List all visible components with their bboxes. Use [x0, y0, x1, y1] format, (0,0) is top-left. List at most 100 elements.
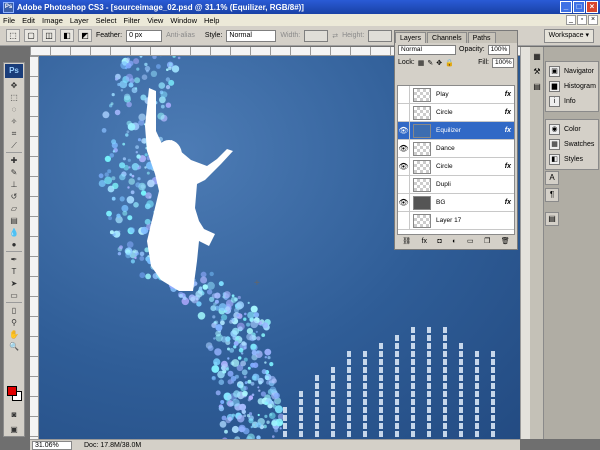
marquee-tool-icon[interactable]: ⬚: [6, 92, 22, 103]
lasso-tool-icon[interactable]: ◌: [6, 104, 22, 115]
vertical-scrollbar[interactable]: [520, 47, 530, 439]
menu-help[interactable]: Help: [204, 16, 219, 25]
intersect-selection-icon[interactable]: ◩: [78, 29, 92, 42]
height-input[interactable]: [368, 29, 393, 42]
brushes-panel-icon[interactable]: ▦: [531, 51, 543, 62]
move-tool-icon[interactable]: ✥: [6, 80, 22, 91]
doc-close-button[interactable]: ×: [588, 15, 598, 25]
new-group-icon[interactable]: ▭: [467, 237, 474, 245]
layer-visibility-eye-icon[interactable]: 👁: [398, 158, 410, 175]
healing-brush-tool-icon[interactable]: ✚: [6, 155, 22, 166]
zoom-tool-icon[interactable]: 🔍: [6, 341, 22, 352]
delete-layer-icon[interactable]: 🗑: [501, 237, 510, 245]
crop-tool-icon[interactable]: ⌗: [6, 128, 22, 139]
layer-effects-icon[interactable]: fx: [505, 91, 511, 98]
style-select[interactable]: Normal: [226, 29, 277, 42]
layer-visibility-eye-icon[interactable]: [398, 86, 410, 103]
character-panel-icon[interactable]: A: [545, 171, 559, 185]
panel-color[interactable]: ◉ Color: [546, 122, 598, 137]
menu-image[interactable]: Image: [42, 16, 63, 25]
menu-window[interactable]: Window: [170, 16, 197, 25]
tab-layers[interactable]: Layers: [395, 32, 427, 43]
eraser-tool-icon[interactable]: ▱: [6, 203, 22, 214]
menu-file[interactable]: File: [3, 16, 15, 25]
blend-mode-select[interactable]: Normal: [398, 44, 456, 55]
layer-visibility-eye-icon[interactable]: [398, 212, 410, 229]
quick-mask-icon[interactable]: ◙: [6, 409, 22, 420]
antialias-checkbox[interactable]: Anti-alias: [166, 32, 195, 39]
layer-row[interactable]: 👁 BG fx: [398, 194, 514, 212]
tool-presets-panel-icon[interactable]: ⚒: [531, 66, 543, 77]
slice-tool-icon[interactable]: ⟋: [6, 140, 22, 151]
blur-tool-icon[interactable]: 💧: [6, 227, 22, 238]
tab-channels[interactable]: Channels: [427, 32, 467, 43]
layer-row[interactable]: 👁 Dance: [398, 140, 514, 158]
dodge-tool-icon[interactable]: ●: [6, 239, 22, 250]
opacity-input[interactable]: 100%: [487, 44, 510, 55]
marquee-tool-preset-icon[interactable]: ⬚: [6, 29, 20, 42]
hand-tool-icon[interactable]: ✋: [6, 329, 22, 340]
pen-tool-icon[interactable]: ✒: [6, 254, 22, 265]
lock-all-icon[interactable]: 🔒: [445, 59, 454, 67]
layer-row[interactable]: Dupli: [398, 176, 514, 194]
shape-tool-icon[interactable]: ▭: [6, 290, 22, 301]
minimize-button[interactable]: _: [560, 1, 572, 13]
new-layer-icon[interactable]: ❐: [484, 237, 490, 245]
layer-effects-icon[interactable]: fx: [505, 199, 511, 206]
layer-row[interactable]: 👁 Circle fx: [398, 158, 514, 176]
feather-input[interactable]: 0 px: [126, 29, 163, 42]
menu-view[interactable]: View: [147, 16, 163, 25]
doc-restore-button[interactable]: ▫: [577, 15, 587, 25]
layer-row[interactable]: Layer 17: [398, 212, 514, 230]
panel-navigator[interactable]: ▣ Navigator: [546, 64, 598, 79]
add-selection-icon[interactable]: ◫: [42, 29, 56, 42]
layer-visibility-eye-icon[interactable]: 👁: [398, 194, 410, 211]
new-selection-icon[interactable]: ▢: [24, 29, 38, 42]
menu-select[interactable]: Select: [96, 16, 117, 25]
clone-stamp-tool-icon[interactable]: ⊥: [6, 179, 22, 190]
zoom-level-field[interactable]: 31.06%: [32, 440, 72, 450]
workspace-button[interactable]: Workspace ▾: [543, 29, 594, 43]
width-input[interactable]: [304, 29, 329, 42]
panel-styles[interactable]: ◧ Styles: [546, 152, 598, 167]
menu-filter[interactable]: Filter: [124, 16, 141, 25]
notes-tool-icon[interactable]: ▯: [6, 305, 22, 316]
subtract-selection-icon[interactable]: ◧: [60, 29, 74, 42]
adjustment-layer-icon[interactable]: ◐: [452, 238, 456, 245]
history-brush-tool-icon[interactable]: ↺: [6, 191, 22, 202]
layer-style-icon[interactable]: fx: [422, 238, 427, 245]
panel-info[interactable]: i Info: [546, 94, 598, 109]
menu-layer[interactable]: Layer: [70, 16, 89, 25]
layer-comps-panel-icon[interactable]: ▤: [531, 81, 543, 92]
menu-edit[interactable]: Edit: [22, 16, 35, 25]
layer-effects-icon[interactable]: fx: [505, 163, 511, 170]
paragraph-panel-icon[interactable]: ¶: [545, 188, 559, 202]
layer-visibility-eye-icon[interactable]: [398, 104, 410, 121]
gradient-tool-icon[interactable]: ▤: [6, 215, 22, 226]
lock-pixels-icon[interactable]: ✎: [427, 59, 433, 67]
layer-visibility-eye-icon[interactable]: 👁: [398, 140, 410, 157]
eyedropper-tool-icon[interactable]: ⚲: [6, 317, 22, 328]
panel-histogram[interactable]: ▆ Histogram: [546, 79, 598, 94]
panel-swatches[interactable]: ▦ Swatches: [546, 137, 598, 152]
layer-effects-icon[interactable]: fx: [505, 127, 511, 134]
layer-row[interactable]: Play fx: [398, 86, 514, 104]
type-tool-icon[interactable]: T: [6, 266, 22, 277]
close-button[interactable]: ×: [586, 1, 598, 13]
screen-mode-icon[interactable]: ▣: [6, 424, 22, 435]
doc-minimize-button[interactable]: _: [566, 15, 576, 25]
lock-position-icon[interactable]: ✥: [436, 59, 442, 67]
brush-tool-icon[interactable]: ✎: [6, 167, 22, 178]
lock-transparency-icon[interactable]: ▦: [418, 59, 425, 67]
maximize-button[interactable]: □: [573, 1, 585, 13]
fill-input[interactable]: 100%: [492, 57, 514, 68]
tab-paths[interactable]: Paths: [467, 32, 496, 43]
actions-panel-icon[interactable]: ▤: [545, 212, 559, 226]
path-selection-tool-icon[interactable]: ➤: [6, 278, 22, 289]
layer-visibility-eye-icon[interactable]: 👁: [398, 122, 410, 139]
layer-effects-icon[interactable]: fx: [505, 109, 511, 116]
layer-row[interactable]: 👁 Equilizer fx: [398, 122, 514, 140]
layer-visibility-eye-icon[interactable]: [398, 176, 410, 193]
layer-mask-icon[interactable]: ◘: [438, 238, 442, 245]
magic-wand-tool-icon[interactable]: ✧: [6, 116, 22, 127]
